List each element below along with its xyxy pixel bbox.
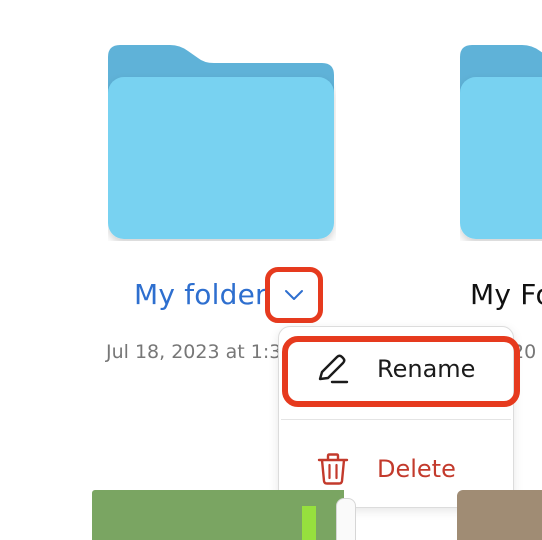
- folder-name-selected[interactable]: My folder: [134, 277, 267, 313]
- folder-date: 20: [512, 341, 537, 363]
- menu-divider: [281, 419, 511, 420]
- folder-context-menu: Rename Delete: [278, 326, 514, 508]
- trash-icon: [315, 451, 351, 487]
- folder-options-dropdown-button[interactable]: [265, 267, 323, 323]
- thumbnail-stripe: [302, 506, 316, 540]
- menu-item-label: Rename: [377, 355, 476, 383]
- folder-name[interactable]: My Fo: [470, 277, 542, 313]
- file-thumbnail[interactable]: [457, 490, 542, 540]
- folder-icon[interactable]: [460, 45, 542, 241]
- folder-date: Jul 18, 2023 at 1:3: [106, 341, 282, 363]
- file-thumbnail[interactable]: [336, 498, 356, 540]
- menu-item-rename[interactable]: Rename: [279, 339, 515, 399]
- chevron-down-icon: [284, 286, 304, 305]
- file-browser: My folder Jul 18, 2023 at 1:3 My Fo 20: [0, 0, 542, 540]
- menu-item-label: Delete: [377, 455, 456, 483]
- pencil-icon: [315, 351, 351, 387]
- folder-icon[interactable]: [108, 45, 336, 241]
